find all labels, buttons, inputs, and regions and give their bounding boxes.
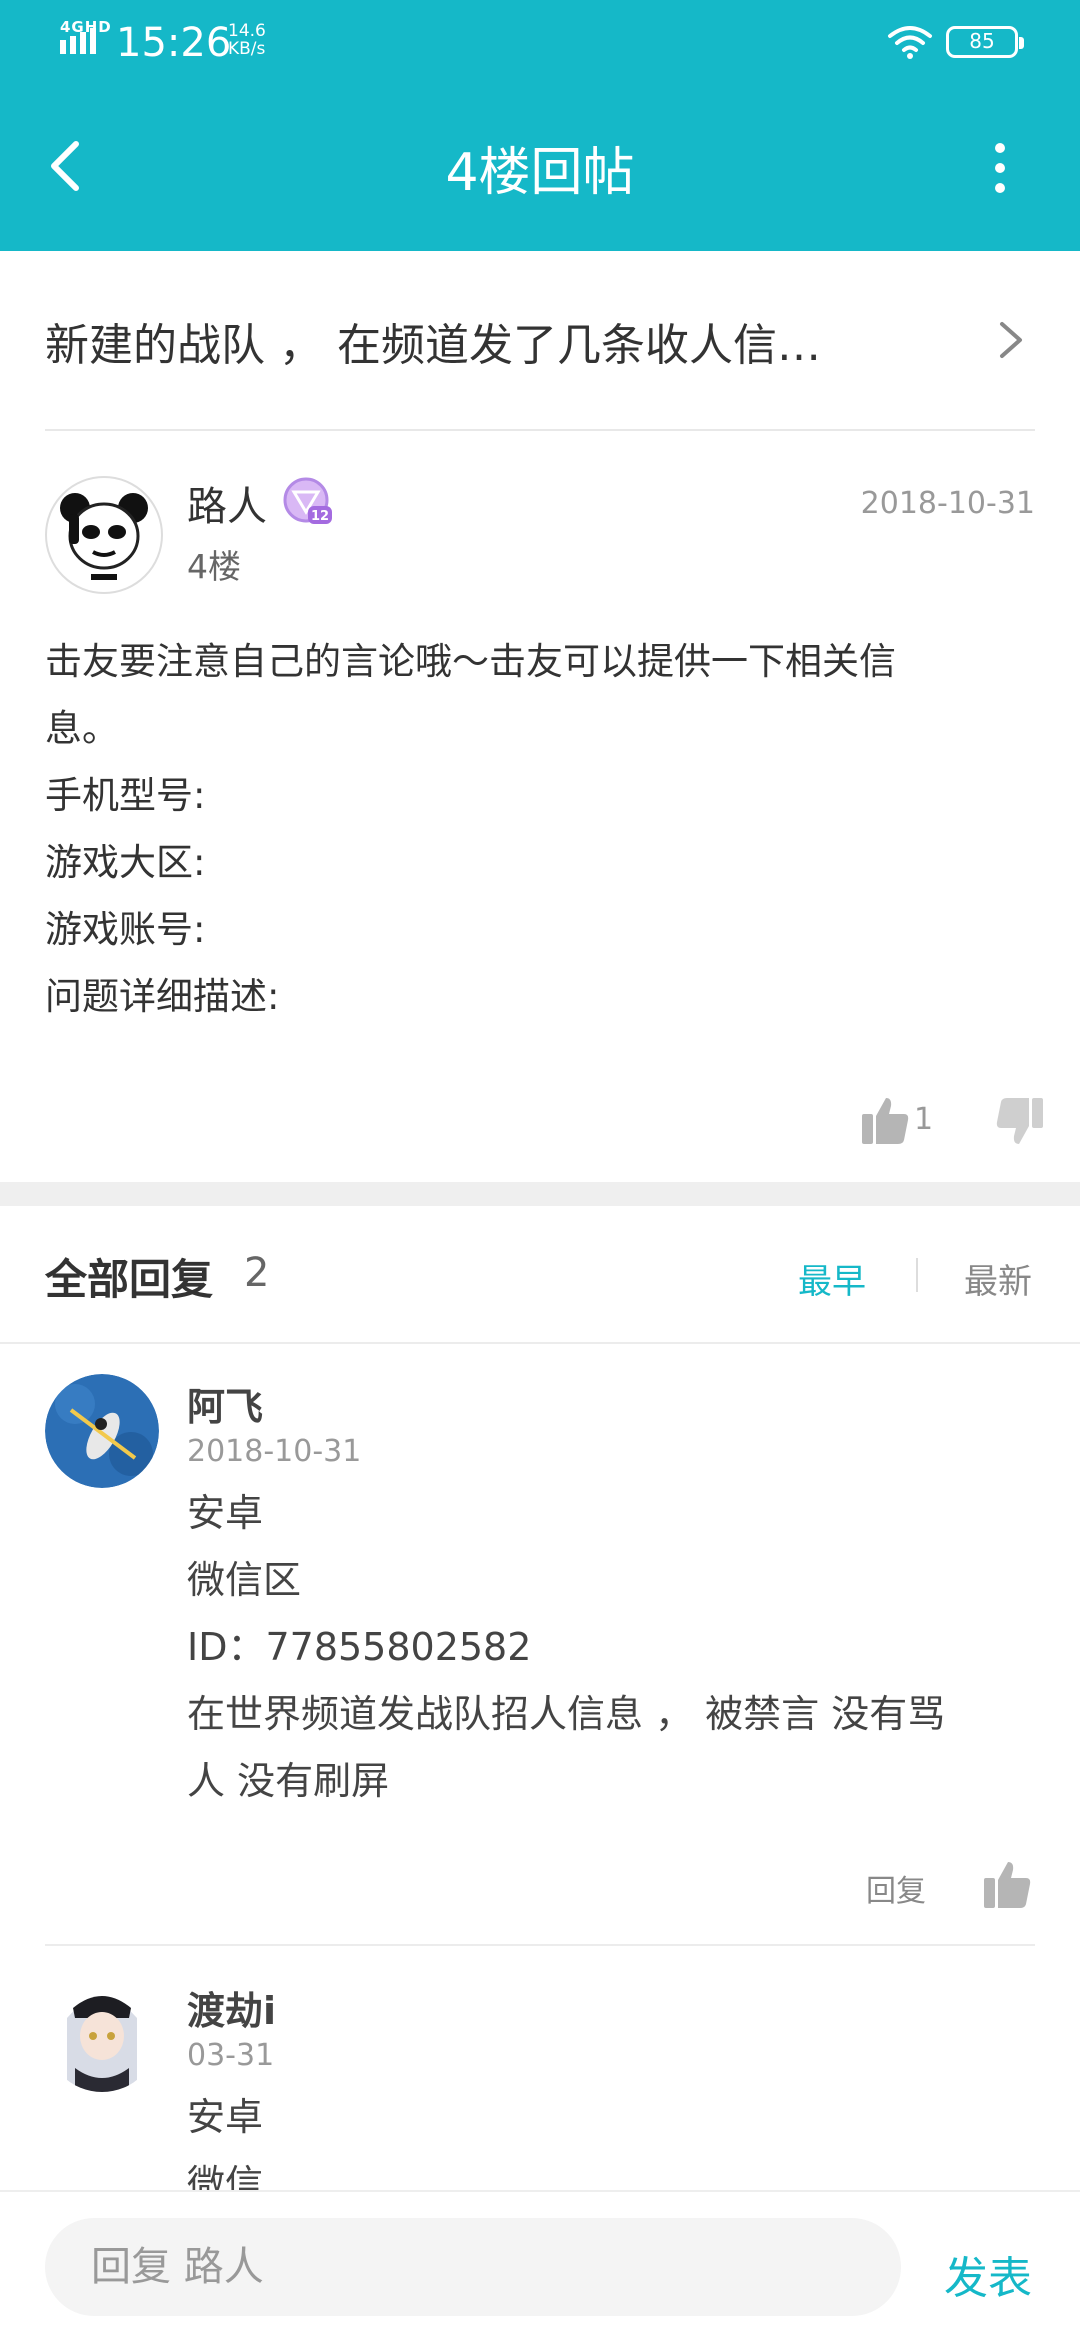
compose-bar: 发表 bbox=[0, 2190, 1080, 2340]
anime-girl-avatar bbox=[45, 1978, 159, 2092]
divider bbox=[45, 429, 1035, 431]
reply-line: 安卓 bbox=[187, 1491, 264, 1535]
thread-title: 新建的战队 ， 在频道发了几条收人信… bbox=[45, 320, 821, 371]
like-count: 1 bbox=[914, 1102, 934, 1137]
status-time: 15:26 bbox=[116, 20, 232, 66]
network-speed: 14.6 KB/s bbox=[228, 22, 266, 58]
reply-date: 03-31 bbox=[187, 2038, 275, 2073]
author-avatar[interactable] bbox=[45, 476, 163, 594]
reply-body: 安卓 微信区 ID：77855802582 在世界频道发战队招人信息 ， 被禁言… bbox=[187, 1480, 1080, 1815]
page-title: 4楼回帖 bbox=[445, 143, 635, 203]
floor-number: 4楼 bbox=[187, 547, 241, 586]
app-header: 4GHD 15:26 14.6 KB/s 85 4楼回帖 bbox=[0, 0, 1080, 251]
reply-avatar[interactable] bbox=[45, 1374, 159, 1488]
dislike-icon[interactable] bbox=[995, 1096, 1045, 1148]
reply-date: 2018-10-31 bbox=[187, 1434, 362, 1469]
author-name[interactable]: 路人 bbox=[187, 474, 267, 532]
post-line: 息。 bbox=[45, 707, 119, 750]
sort-earliest-tab[interactable]: 最早 bbox=[798, 1254, 866, 1303]
more-button[interactable] bbox=[982, 138, 1018, 198]
wifi-icon bbox=[888, 26, 932, 59]
divider bbox=[45, 1944, 1035, 1946]
post-line: 游戏账号: bbox=[45, 908, 206, 951]
like-icon[interactable] bbox=[982, 1858, 1032, 1910]
level-badge-number: 12 bbox=[311, 509, 329, 524]
reply-line: ID：77855802582 bbox=[187, 1625, 532, 1669]
network-speed-unit: KB/s bbox=[228, 39, 266, 59]
post-line: 游戏大区: bbox=[45, 841, 206, 884]
section-separator bbox=[0, 1182, 1080, 1206]
send-button[interactable]: 发表 bbox=[944, 2242, 1032, 2306]
level-badge-icon: 12 bbox=[283, 477, 332, 524]
reply-line: 人 没有刷屏 bbox=[187, 1759, 390, 1803]
network-speed-value: 14.6 bbox=[228, 21, 266, 41]
battery-indicator: 85 bbox=[946, 26, 1024, 58]
sort-latest-tab[interactable]: 最新 bbox=[964, 1254, 1032, 1303]
sort-divider bbox=[916, 1258, 918, 1292]
post-date: 2018-10-31 bbox=[860, 486, 1035, 521]
post-body: 击友要注意自己的言论哦～击友可以提供一下相关信 息。 手机型号: 游戏大区: 游… bbox=[45, 628, 1035, 1030]
like-icon[interactable] bbox=[860, 1094, 910, 1146]
replies-count: 2 bbox=[244, 1250, 270, 1296]
reply-author-name[interactable]: 阿飞 bbox=[187, 1376, 263, 1431]
post-line: 击友要注意自己的言论哦～击友可以提供一下相关信 bbox=[45, 640, 896, 683]
divider bbox=[0, 1342, 1080, 1344]
post-line: 问题详细描述: bbox=[45, 975, 280, 1018]
reply-to-comment-button[interactable]: 回复 bbox=[866, 1866, 926, 1910]
status-bar: 4GHD 15:26 14.6 KB/s 85 bbox=[0, 0, 1080, 80]
kayak-photo-avatar bbox=[45, 1374, 159, 1488]
reply-author-name[interactable]: 渡劫i bbox=[187, 1980, 276, 2035]
all-replies-label: 全部回复 bbox=[45, 1255, 214, 1304]
reply-input[interactable] bbox=[45, 2218, 901, 2316]
thread-link[interactable]: 新建的战队 ， 在频道发了几条收人信… bbox=[0, 251, 1080, 429]
signal-icon bbox=[60, 28, 96, 54]
reply-line: 安卓 bbox=[187, 2095, 264, 2139]
more-vertical-icon bbox=[995, 143, 1005, 193]
chevron-right-icon bbox=[1000, 322, 1022, 358]
reply-line: 微信区 bbox=[187, 1558, 302, 1602]
reply-line: 在世界频道发战队招人信息 ， 被禁言 没有骂 bbox=[187, 1692, 946, 1736]
post-line: 手机型号: bbox=[45, 774, 206, 817]
reply-avatar[interactable] bbox=[45, 1978, 159, 2092]
panda-meme-avatar bbox=[60, 493, 148, 580]
